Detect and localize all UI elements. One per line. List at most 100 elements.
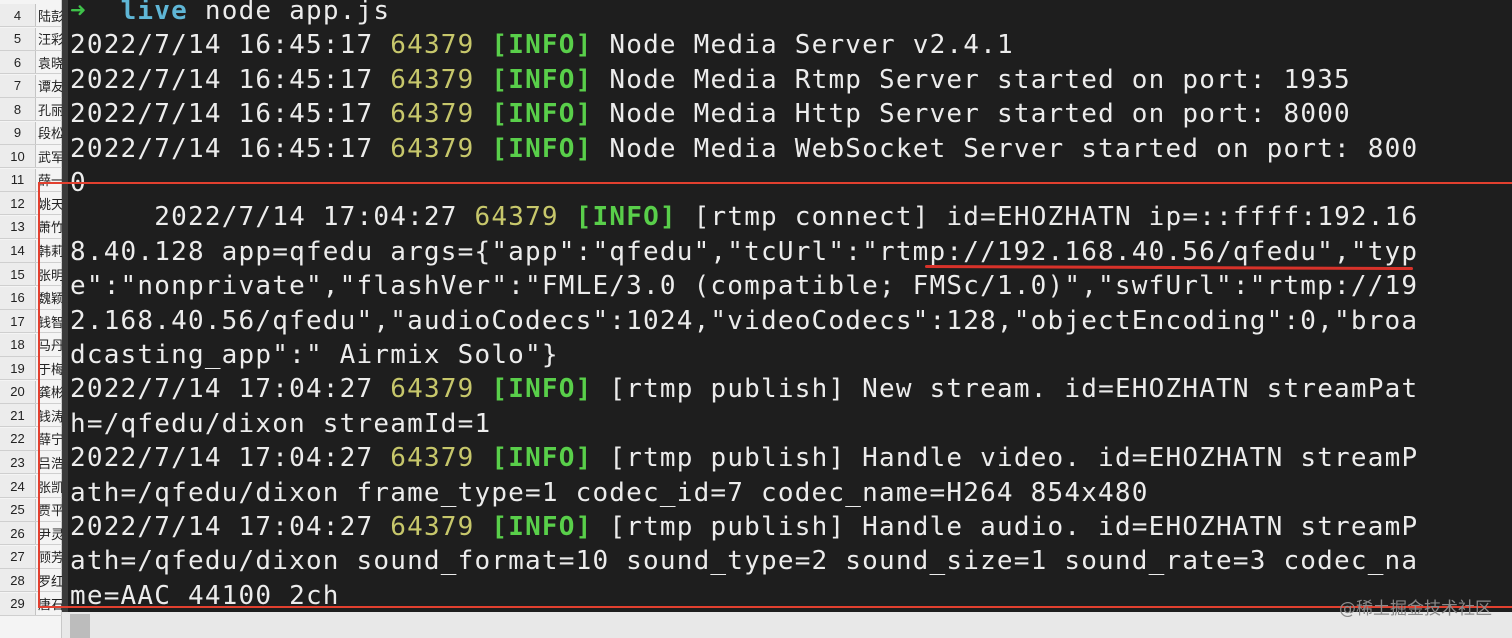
row-number[interactable]: 7	[0, 74, 36, 97]
row-number[interactable]: 14	[0, 239, 36, 262]
sheet-cell[interactable]: 段松	[36, 122, 62, 144]
row-number[interactable]: 22	[0, 427, 36, 450]
prompt-line: ➜ live node app.js	[70, 0, 390, 28]
sheet-row[interactable]: 11 薛一	[0, 168, 62, 192]
log-wrap: ath=/qfedu/dixon frame_type=1 codec_id=7…	[70, 477, 1149, 508]
row-number[interactable]: 29	[0, 592, 36, 615]
sheet-row[interactable]: 28 罗红	[0, 569, 62, 593]
sheet-row[interactable]: 21 钱涛	[0, 404, 62, 428]
row-number[interactable]: 23	[0, 451, 36, 474]
horizontal-scrollbar-track[interactable]	[62, 612, 1512, 638]
log-message: Node Media Rtmp Server started on port: …	[609, 64, 1351, 95]
sheet-cell[interactable]: 韩莉	[36, 240, 62, 262]
log-wrap: 2.168.40.56/qfedu","audioCodecs":1024,"v…	[70, 305, 1419, 336]
sheet-row[interactable]: 20 龚彬	[0, 380, 62, 404]
terminal-window[interactable]: ➜ live node app.js 2022/7/14 16:45:17 64…	[68, 0, 1512, 638]
row-number[interactable]: 11	[0, 168, 36, 191]
row-number[interactable]: 24	[0, 475, 36, 497]
log-pid: 64379	[474, 202, 559, 233]
sheet-cell[interactable]: 魏颖	[36, 287, 62, 309]
sheet-row[interactable]: 10 武军	[0, 145, 62, 169]
sheet-row[interactable]: 15 张明	[0, 263, 62, 287]
sheet-cell[interactable]: 马丹	[36, 334, 62, 356]
log-date: 2022/7/14 16:45:17	[70, 133, 374, 164]
sheet-cell[interactable]: 薛宁	[36, 428, 62, 450]
sheet-row[interactable]: 14 韩莉	[0, 239, 62, 263]
sheet-row[interactable]: 26 尹灵	[0, 522, 62, 546]
sheet-row[interactable]: 16 魏颖	[0, 286, 62, 310]
log-date: 2022/7/14 16:45:17	[70, 64, 374, 95]
row-number[interactable]: 4	[0, 4, 36, 26]
row-number[interactable]: 15	[0, 263, 36, 286]
log-date: 2022/7/14 16:45:17	[70, 30, 374, 61]
sheet-row[interactable]: 5 汪彩	[0, 27, 62, 51]
row-number[interactable]: 27	[0, 545, 36, 568]
sheet-cell[interactable]: 于梅	[36, 357, 62, 379]
sheet-row[interactable]: 6 袁晓	[0, 51, 62, 75]
row-number[interactable]: 18	[0, 333, 36, 356]
sheet-cell[interactable]: 汪彩	[36, 28, 62, 50]
row-number[interactable]: 13	[0, 215, 36, 238]
row-number[interactable]: 16	[0, 286, 36, 309]
sheet-row[interactable]: 19 于梅	[0, 357, 62, 381]
row-number[interactable]: 21	[0, 404, 36, 427]
row-number[interactable]: 19	[0, 357, 36, 380]
sheet-cell[interactable]: 尹灵	[36, 522, 62, 544]
sheet-cell[interactable]: 唐石	[36, 593, 62, 615]
sheet-row[interactable]: 24 张凯	[0, 475, 62, 498]
sheet-row[interactable]: 18 马丹	[0, 333, 62, 357]
sheet-cell[interactable]: 罗红	[36, 569, 62, 591]
row-number[interactable]: 25	[0, 498, 36, 521]
sheet-cell[interactable]: 钱智	[36, 310, 62, 332]
log-wrap: ath=/qfedu/dixon sound_format=10 sound_t…	[70, 546, 1419, 577]
sheet-cell[interactable]: 袁晓	[36, 51, 62, 73]
log-message: [rtmp connect] id=EHOZHATN ip=::ffff:192…	[693, 202, 1419, 233]
log-date: 2022/7/14 17:04:27	[70, 443, 374, 474]
sheet-cell[interactable]: 顾芳	[36, 546, 62, 568]
sheet-cell[interactable]: 钱涛	[36, 404, 62, 426]
row-number[interactable]: 10	[0, 145, 36, 168]
log-pid: 64379	[390, 99, 475, 130]
sheet-row[interactable]: 29 唐石	[0, 592, 62, 616]
sheet-row[interactable]: 9 段松	[0, 121, 62, 145]
log-wrap: me=AAC 44100 2ch	[70, 580, 340, 611]
sheet-cell[interactable]: 张凯	[36, 475, 62, 497]
log-level: [INFO]	[575, 202, 677, 233]
sheet-cell[interactable]: 吕浩	[36, 451, 62, 473]
log-message: Node Media Server v2.4.1	[609, 30, 1014, 61]
row-number[interactable]: 20	[0, 380, 36, 403]
sheet-cell[interactable]: 武军	[36, 145, 62, 167]
row-number[interactable]: 8	[0, 98, 36, 121]
prompt-command: node app.js	[204, 0, 391, 26]
sheet-cell[interactable]: 薛一	[36, 169, 62, 191]
sheet-cell[interactable]: 姚天	[36, 192, 62, 214]
row-number[interactable]: 17	[0, 310, 36, 333]
sheet-cell[interactable]: 陆彭	[36, 4, 62, 26]
sheet-row[interactable]: 25 贾平	[0, 498, 62, 522]
sheet-row[interactable]: 13 萧竹	[0, 215, 62, 239]
sheet-cell[interactable]: 萧竹	[36, 216, 62, 238]
row-number[interactable]: 9	[0, 121, 36, 144]
sheet-row[interactable]: 27 顾芳	[0, 545, 62, 569]
sheet-row[interactable]: 22 薛宁	[0, 427, 62, 451]
sheet-cell[interactable]: 贾平	[36, 499, 62, 521]
sheet-cell[interactable]: 谭友	[36, 75, 62, 97]
sheet-cell[interactable]: 孔丽	[36, 98, 62, 120]
row-number[interactable]: 26	[0, 522, 36, 545]
sheet-cell[interactable]: 张明	[36, 263, 62, 285]
log-level: [INFO]	[491, 64, 593, 95]
log-line-connect: 2022/7/14 17:04:27 64379 [INFO] [rtmp co…	[70, 200, 1418, 234]
row-number[interactable]: 6	[0, 51, 36, 74]
sheet-row[interactable]: 8 孔丽	[0, 98, 62, 122]
sheet-row[interactable]: 17 钱智	[0, 310, 62, 334]
row-number[interactable]: 12	[0, 192, 36, 215]
log-level: [INFO]	[491, 443, 593, 474]
horizontal-scrollbar-thumb[interactable]	[70, 614, 90, 638]
sheet-row[interactable]: 7 谭友	[0, 74, 62, 98]
sheet-row[interactable]: 12 姚天	[0, 192, 62, 216]
sheet-cell[interactable]: 龚彬	[36, 381, 62, 403]
sheet-row[interactable]: 4 陆彭	[0, 4, 62, 27]
sheet-row[interactable]: 23 吕浩	[0, 451, 62, 475]
row-number[interactable]: 28	[0, 569, 36, 592]
row-number[interactable]: 5	[0, 27, 36, 50]
